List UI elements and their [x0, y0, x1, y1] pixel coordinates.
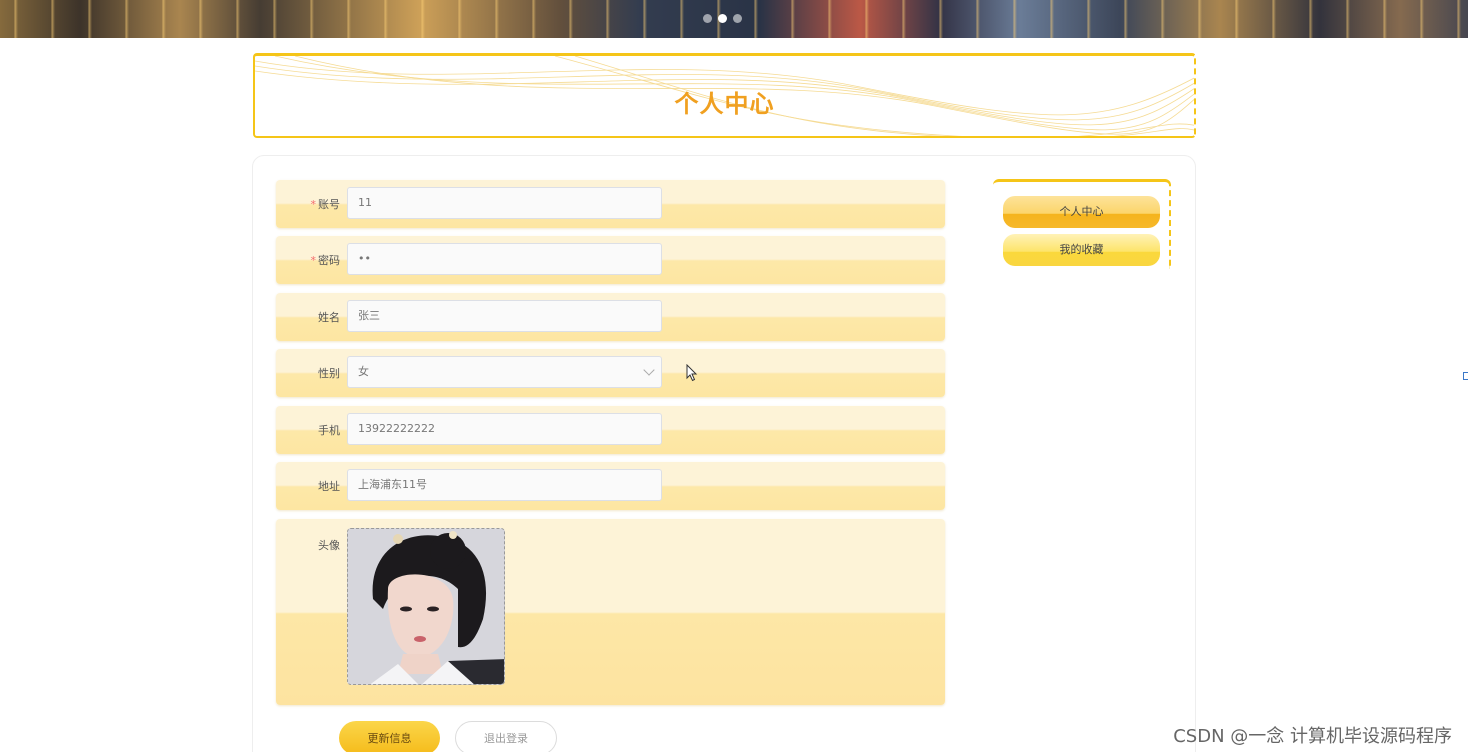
avatar-label: 头像	[318, 539, 340, 552]
password-label: * 密码	[276, 252, 341, 268]
phone-label: 手机	[318, 424, 340, 437]
form-row-gender: 性别 女	[276, 349, 945, 397]
account-label-text: 账号	[318, 198, 340, 211]
side-menu-item-profile[interactable]: 个人中心	[1003, 196, 1160, 228]
selection-handle	[1463, 372, 1468, 380]
name-input[interactable]: 张三	[347, 300, 662, 332]
password-label-text: 密码	[318, 254, 340, 267]
form-row-phone: 手机 13922222222	[276, 406, 945, 454]
address-label: 地址	[318, 480, 340, 493]
avatar-image	[348, 529, 504, 684]
avatar-upload[interactable]	[347, 528, 505, 685]
account-label: * 账号	[276, 196, 341, 212]
name-label: 姓名	[318, 311, 340, 324]
side-menu-item-favorites[interactable]: 我的收藏	[1003, 234, 1160, 266]
top-banner-carousel[interactable]	[0, 0, 1468, 38]
required-asterisk: *	[310, 198, 317, 211]
update-info-button[interactable]: 更新信息	[339, 721, 440, 752]
form-row-address: 地址 上海浦东11号	[276, 462, 945, 510]
carousel-dot[interactable]	[733, 14, 742, 23]
phone-input[interactable]: 13922222222	[347, 413, 662, 445]
carousel-dot-active[interactable]	[718, 14, 727, 23]
page-title-box: 个人中心	[253, 53, 1196, 138]
account-input[interactable]: 11	[347, 187, 662, 219]
carousel-indicators	[703, 14, 742, 23]
side-menu: 个人中心 我的收藏	[993, 179, 1171, 269]
gender-label: 性别	[318, 367, 340, 380]
logout-button[interactable]: 退出登录	[455, 721, 557, 752]
required-asterisk: *	[310, 254, 317, 267]
gender-select-value: 女	[358, 365, 369, 378]
chevron-down-icon	[643, 364, 655, 376]
gender-select[interactable]: 女	[347, 356, 662, 388]
address-input[interactable]: 上海浦东11号	[347, 469, 662, 501]
form-row-name: 姓名 张三	[276, 293, 945, 341]
form-row-avatar: 头像	[276, 519, 945, 705]
page-title: 个人中心	[674, 90, 775, 118]
password-input[interactable]: ••	[347, 243, 662, 275]
watermark-text: CSDN @一念 计算机毕设源码程序	[1173, 726, 1452, 747]
form-row-account: * 账号 11	[276, 180, 945, 228]
carousel-dot[interactable]	[703, 14, 712, 23]
mouse-cursor-icon	[686, 364, 698, 382]
form-row-password: * 密码 ••	[276, 236, 945, 284]
